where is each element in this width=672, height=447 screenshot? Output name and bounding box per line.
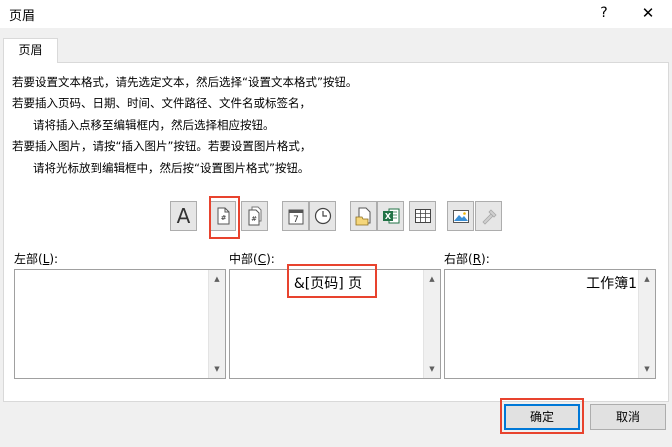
insert-date-icon: 7	[288, 209, 303, 225]
svg-text:7: 7	[293, 215, 299, 225]
center-label-key: C	[257, 252, 267, 266]
insert-file-name-icon: X	[382, 208, 399, 224]
left-label-post: ):	[49, 252, 59, 266]
right-section-label: 右部(R):	[444, 250, 490, 267]
center-label-post: ):	[266, 252, 275, 266]
center-scrollbar[interactable]: ▲ ▼	[423, 270, 440, 378]
scroll-down-icon[interactable]: ▼	[639, 361, 655, 377]
scroll-up-icon[interactable]: ▲	[424, 271, 440, 287]
left-section-editbox[interactable]: ▲ ▼	[14, 269, 226, 379]
left-section-label: 左部(L):	[14, 250, 58, 267]
insert-page-count-button[interactable]: #	[241, 201, 268, 231]
scroll-up-icon[interactable]: ▲	[639, 271, 655, 287]
right-section-text[interactable]: 工作簿1	[449, 273, 637, 293]
insert-file-name-button[interactable]: X	[377, 201, 404, 231]
insert-time-button[interactable]	[309, 201, 336, 231]
instruction-line: 请将光标放到编辑框中，然后按“设置图片格式”按钮。	[33, 160, 310, 175]
dialog-body: 页眉 若要设置文本格式，请先选定文本，然后选择“设置文本格式”按钮。 若要插入页…	[0, 28, 672, 447]
cancel-button[interactable]: 取消	[590, 404, 666, 430]
center-section-editbox[interactable]: &[页码] 页 ▲ ▼	[229, 269, 441, 379]
help-button[interactable]: ?	[592, 2, 616, 26]
scroll-up-icon[interactable]: ▲	[209, 271, 225, 287]
insert-sheet-name-button[interactable]	[409, 201, 436, 231]
insert-file-path-button[interactable]	[350, 201, 377, 231]
insert-page-number-button[interactable]: #	[209, 201, 236, 231]
format-picture-icon	[481, 209, 497, 225]
svg-text:#: #	[220, 214, 226, 222]
right-label-pre: 右部(	[444, 252, 473, 266]
format-text-button[interactable]: A	[170, 201, 197, 231]
right-label-key: R	[472, 252, 482, 266]
svg-text:X: X	[384, 212, 391, 221]
instructions: 若要设置文本格式，请先选定文本，然后选择“设置文本格式”按钮。 若要插入页码、日…	[12, 72, 357, 179]
instruction-line: 若要插入页码、日期、时间、文件路径、文件名或标签名，	[12, 96, 311, 111]
svg-text:#: #	[251, 215, 257, 223]
insert-file-path-icon	[355, 207, 370, 226]
center-section-text[interactable]: &[页码] 页	[234, 273, 422, 293]
instruction-line: 请将插入点移至编辑框内，然后选择相应按钮。	[33, 117, 275, 132]
insert-picture-button[interactable]	[447, 201, 474, 231]
tab-header[interactable]: 页眉	[3, 38, 58, 63]
header-toolbar: A # # 7 X	[4, 196, 668, 239]
ok-button[interactable]: 确定	[504, 404, 580, 430]
center-label-pre: 中部(	[229, 252, 258, 266]
dialog-title: 页眉	[9, 9, 36, 24]
format-text-icon: A	[176, 204, 191, 228]
insert-time-icon	[314, 207, 331, 225]
scroll-down-icon[interactable]: ▼	[209, 361, 225, 377]
instruction-line: 若要设置文本格式，请先选定文本，然后选择“设置文本格式”按钮。	[12, 75, 358, 89]
right-scrollbar[interactable]: ▲ ▼	[638, 270, 655, 378]
scroll-down-icon[interactable]: ▼	[424, 361, 440, 377]
insert-date-button[interactable]: 7	[282, 201, 309, 231]
right-label-post: ):	[481, 252, 490, 266]
close-button[interactable]: ✕	[636, 2, 660, 26]
left-scrollbar[interactable]: ▲ ▼	[208, 270, 225, 378]
insert-picture-icon	[452, 210, 469, 223]
insert-sheet-name-icon	[414, 209, 431, 223]
insert-page-count-icon: #	[248, 206, 261, 226]
center-section-label: 中部(C):	[229, 250, 275, 267]
tab-panel: 若要设置文本格式，请先选定文本，然后选择“设置文本格式”按钮。 若要插入页码、日…	[3, 62, 669, 402]
format-picture-button[interactable]	[475, 201, 502, 231]
right-section-editbox[interactable]: 工作簿1 ▲ ▼	[444, 269, 656, 379]
left-label-pre: 左部(	[14, 252, 43, 266]
instruction-line: 若要插入图片，请按“插入图片”按钮。若要设置图片格式，	[12, 139, 312, 154]
insert-page-number-icon: #	[217, 207, 229, 225]
title-bar: 页眉 ? ✕	[0, 0, 672, 28]
